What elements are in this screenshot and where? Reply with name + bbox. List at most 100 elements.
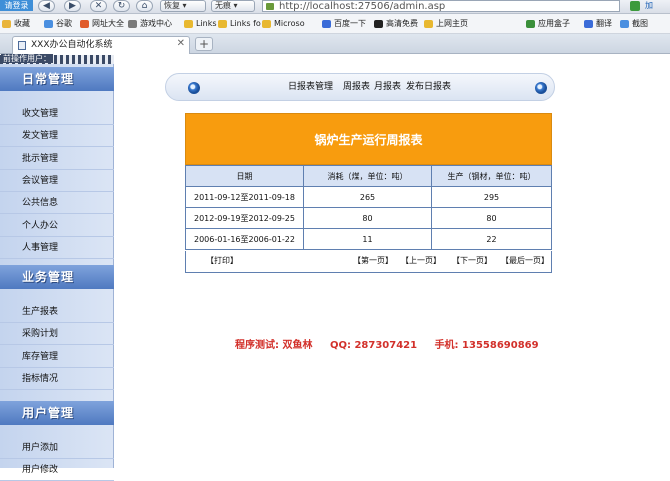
favorite-label: Links xyxy=(196,19,217,28)
weekly-report: 锅炉生产运行周报表 日期 消耗（煤，单位：吨） 生产（钢材，单位：吨） 2011… xyxy=(185,113,552,273)
top-nav-link[interactable]: 周报表 xyxy=(343,80,370,94)
top-nav-link[interactable]: 发布日报表 xyxy=(406,80,451,94)
print-link[interactable]: 【打印】 xyxy=(206,255,238,267)
top-nav: 日报表管理 周报表 月报表 发布日报表 xyxy=(165,73,555,101)
restore-button[interactable]: 恢复 ▾ xyxy=(160,0,206,12)
address-text[interactable]: http://localhost:27506/admin.asp xyxy=(279,1,445,12)
sidebar-section-title: 业务管理 xyxy=(22,270,75,284)
favorite-icon xyxy=(526,20,535,28)
favorite-link[interactable]: 百度一下 xyxy=(322,18,366,30)
sidebar-item[interactable]: 批示管理 xyxy=(0,148,114,170)
footer-phone: 手机: 13558690869 xyxy=(434,340,539,351)
sidebar-section-header[interactable]: 日常管理 xyxy=(0,67,114,91)
favorite-link[interactable]: 应用盒子 xyxy=(526,18,570,30)
next-page-link[interactable]: 【下一页】 xyxy=(452,255,492,267)
last-page-link[interactable]: 【最后一页】 xyxy=(501,255,549,267)
tab-title: XXX办公自动化系统 xyxy=(31,40,113,50)
favorite-icon xyxy=(184,20,193,28)
footer-contact: 程序测试: 双鱼林 QQ: 287307421 手机: 13558690869 xyxy=(235,336,539,351)
restore-label: 恢复 xyxy=(164,1,180,10)
pager: 【打印】 【第一页】 【上一页】 【下一页】 【最后一页】 xyxy=(185,251,552,273)
forward-arrow-icon[interactable]: ▶ xyxy=(64,0,81,12)
sidebar-item[interactable]: 收文管理 xyxy=(0,103,114,125)
address-extra[interactable]: 加 xyxy=(645,0,653,12)
favorite-label: 截图 xyxy=(632,19,648,28)
top-nav-link[interactable]: 日报表管理 xyxy=(288,80,333,94)
table-row: 2006-01-16至2006-01-22 11 22 xyxy=(185,228,552,250)
sidebar-item[interactable]: 库存管理 xyxy=(0,346,114,368)
login-button[interactable]: 请登录 xyxy=(0,0,33,11)
sidebar-item[interactable]: 会议管理 xyxy=(0,170,114,192)
favorite-link[interactable]: Links xyxy=(184,18,217,30)
col-header-production: 生产（钢材，单位：吨） xyxy=(431,165,552,187)
sidebar-item[interactable]: 发文管理 xyxy=(0,125,114,148)
go-icon[interactable] xyxy=(630,1,640,11)
sidebar-section-header[interactable]: 用户管理 xyxy=(0,401,114,425)
table-row: 2011-09-12至2011-09-18 265 295 xyxy=(185,186,552,208)
sidebar-item[interactable]: 公共信息 xyxy=(0,192,114,215)
cell-date: 2012-09-19至2012-09-25 xyxy=(185,207,304,229)
browser-nav-bar: 请登录 ◀ ▶ ✕ ↻ ⌂ 恢复 ▾ 无痕 ▾ http://localhost… xyxy=(0,0,670,14)
favorite-link[interactable]: 翻译 xyxy=(584,18,612,30)
stop-icon[interactable]: ✕ xyxy=(90,0,107,12)
sidebar-item[interactable]: 个人办公 xyxy=(0,215,114,237)
sidebar-section-header[interactable]: 业务管理 xyxy=(0,265,114,289)
new-tab-button[interactable]: + xyxy=(195,37,213,51)
sidebar-item[interactable]: 用户添加 xyxy=(0,437,114,459)
favorites-bar: 收藏 谷歌 网址大全 游戏中心 Links Links fo Microso 百度一下 高清免费… xyxy=(0,14,670,34)
refresh-icon[interactable]: ↻ xyxy=(113,0,130,12)
cell-production: 295 xyxy=(431,186,552,208)
top-nav-link[interactable]: 月报表 xyxy=(374,80,401,94)
cell-date: 2011-09-12至2011-09-18 xyxy=(185,186,304,208)
favorite-link[interactable]: Microso xyxy=(262,18,305,30)
home-icon[interactable]: ⌂ xyxy=(136,0,153,12)
col-header-date: 日期 xyxy=(185,165,304,187)
favorite-icon xyxy=(218,20,227,28)
favorite-link[interactable]: 谷歌 xyxy=(44,18,72,30)
favorite-label: 谷歌 xyxy=(56,19,72,28)
cell-production: 22 xyxy=(431,228,552,250)
site-icon xyxy=(266,3,274,10)
login-user-strip: 前操作用户： xyxy=(0,54,114,64)
sidebar-item[interactable]: 采购计划 xyxy=(0,323,114,346)
favorite-label: 游戏中心 xyxy=(140,19,172,28)
page-favicon-icon xyxy=(18,41,26,50)
favorite-icon xyxy=(262,20,271,28)
col-header-consumption: 消耗（煤，单位：吨） xyxy=(303,165,432,187)
favorite-icon xyxy=(128,20,137,28)
favorite-link[interactable]: 收藏 xyxy=(2,18,30,30)
favorite-icon xyxy=(374,20,383,28)
tab-close-icon[interactable]: ✕ xyxy=(177,38,185,50)
prev-page-link[interactable]: 【上一页】 xyxy=(401,255,441,267)
favorite-icon xyxy=(2,20,11,28)
address-bar[interactable]: http://localhost:27506/admin.asp xyxy=(262,0,620,12)
report-table: 日期 消耗（煤，单位：吨） 生产（钢材，单位：吨） 2011-09-12至201… xyxy=(185,165,552,250)
favorite-link[interactable]: 截图 xyxy=(620,18,648,30)
cell-production: 80 xyxy=(431,207,552,229)
favorite-label: 高清免费 xyxy=(386,19,418,28)
favorite-icon xyxy=(80,20,89,28)
sidebar-item[interactable]: 用户修改 xyxy=(0,459,114,481)
footer-qq: QQ: 287307421 xyxy=(329,340,418,351)
cell-consumption: 80 xyxy=(303,207,432,229)
favorite-icon xyxy=(44,20,53,28)
sidebar-item[interactable]: 生产报表 xyxy=(0,301,114,323)
sidebar-item[interactable]: 人事管理 xyxy=(0,237,114,259)
table-header-row: 日期 消耗（煤，单位：吨） 生产（钢材，单位：吨） xyxy=(185,165,552,187)
page-content: 前操作用户： 日常管理收文管理 发文管理 批示管理 会议管理 公共信息 个人办公 人事管理业… xyxy=(0,54,670,481)
favorite-link[interactable]: Links fo xyxy=(218,18,261,30)
report-title: 锅炉生产运行周报表 xyxy=(185,113,552,165)
first-page-link[interactable]: 【第一页】 xyxy=(353,255,393,267)
favorite-label: 收藏 xyxy=(14,19,30,28)
favorite-icon xyxy=(424,20,433,28)
back-arrow-icon[interactable]: ◀ xyxy=(38,0,55,12)
incognito-button[interactable]: 无痕 ▾ xyxy=(211,0,255,12)
favorite-link[interactable]: 高清免费 xyxy=(374,18,418,30)
favorite-label: 上网主页 xyxy=(436,19,468,28)
sidebar-item[interactable]: 指标情况 xyxy=(0,368,114,390)
tab-active[interactable]: XXX办公自动化系统 ✕ xyxy=(12,36,190,54)
favorite-link[interactable]: 游戏中心 xyxy=(128,18,172,30)
favorite-label: 百度一下 xyxy=(334,19,366,28)
favorite-link[interactable]: 上网主页 xyxy=(424,18,468,30)
favorite-link[interactable]: 网址大全 xyxy=(80,18,124,30)
